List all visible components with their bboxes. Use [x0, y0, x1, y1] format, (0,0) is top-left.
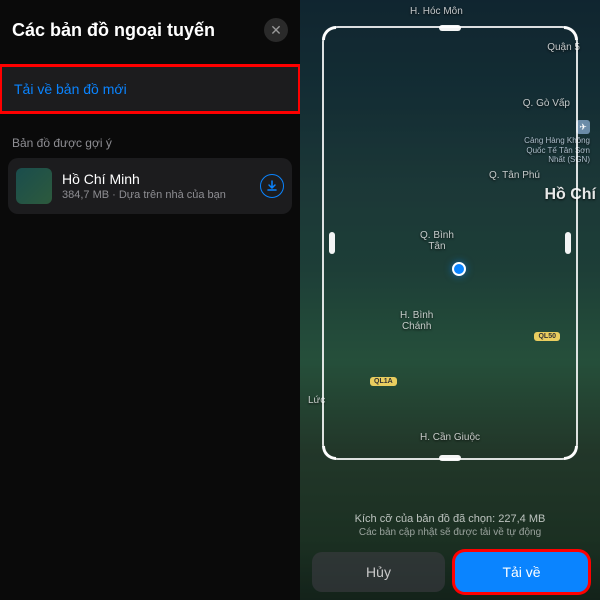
suggested-map-sub: 384,7 MB · Dựa trên nhà của bạn	[62, 189, 250, 201]
panel-header: Các bản đồ ngoại tuyến ✕	[0, 0, 300, 54]
close-button[interactable]: ✕	[264, 18, 288, 42]
resize-handle-right[interactable]	[565, 232, 571, 254]
download-new-map-label: Tải về bản đồ mới	[14, 81, 127, 97]
map-selection-panel: H. Hóc Môn Quận 5 Q. Gò Vấp Q. Tân Phú H…	[300, 0, 600, 600]
cancel-button-label: Hủy	[366, 564, 391, 580]
panel-title: Các bản đồ ngoại tuyến	[12, 20, 215, 41]
cancel-button[interactable]: Hủy	[312, 552, 445, 592]
suggested-text-block: Hồ Chí Minh 384,7 MB · Dựa trên nhà của …	[62, 171, 250, 201]
selection-info: Kích cỡ của bản đồ đã chọn: 227,4 MB Các…	[300, 513, 600, 538]
airplane-icon: ✈	[576, 120, 590, 134]
map-thumbnail-icon	[16, 168, 52, 204]
close-icon: ✕	[270, 22, 282, 39]
resize-corner-bl[interactable]	[322, 446, 336, 460]
resize-corner-tr[interactable]	[564, 26, 578, 40]
download-button-label: Tải về	[502, 564, 540, 580]
offline-maps-panel: Các bản đồ ngoại tuyến ✕ Tải về bản đồ m…	[0, 0, 300, 600]
map-selection-frame[interactable]	[322, 26, 578, 460]
download-button[interactable]: Tải về	[455, 552, 588, 592]
download-map-button[interactable]	[260, 174, 284, 198]
download-new-map-row[interactable]: Tải về bản đồ mới	[0, 64, 301, 114]
map-district-label: H. Hóc Môn	[410, 6, 463, 17]
download-arrow-icon	[266, 180, 278, 192]
action-button-row: Hủy Tải về	[312, 552, 588, 592]
auto-update-text: Các bản cập nhật sẽ được tải về tự động	[310, 527, 590, 538]
resize-corner-tl[interactable]	[322, 26, 336, 40]
suggested-map-item[interactable]: Hồ Chí Minh 384,7 MB · Dựa trên nhà của …	[8, 158, 292, 214]
resize-handle-bottom[interactable]	[439, 455, 461, 461]
selection-size-text: Kích cỡ của bản đồ đã chọn: 227,4 MB	[310, 513, 590, 525]
resize-corner-br[interactable]	[564, 446, 578, 460]
resize-handle-left[interactable]	[329, 232, 335, 254]
resize-handle-top[interactable]	[439, 25, 461, 31]
suggested-map-name: Hồ Chí Minh	[62, 171, 250, 187]
suggested-section-label: Bản đồ được gợi ý	[0, 114, 300, 158]
